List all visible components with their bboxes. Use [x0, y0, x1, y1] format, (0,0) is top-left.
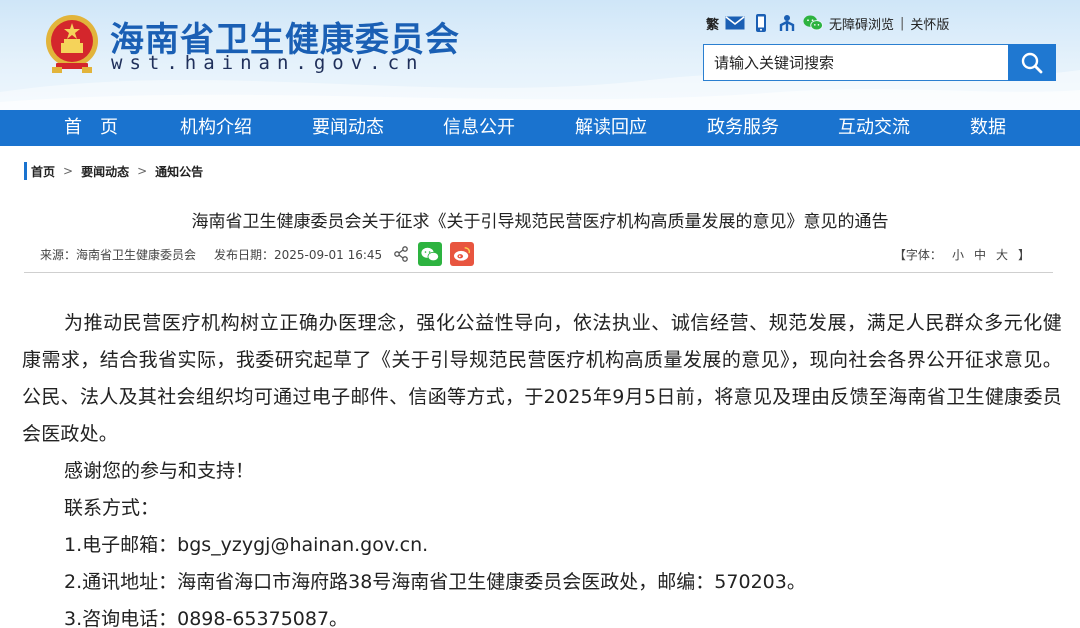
mail-icon[interactable]: [725, 13, 745, 33]
contact-address: 2.通讯地址：海南省海口市海府路38号海南省卫生健康委员会医政处，邮编：5702…: [64, 571, 806, 593]
article-body: 为推动民营医疗机构树立正确办医理念，强化公益性导向，依法执业、诚信经营、规范发展…: [22, 305, 1062, 628]
font-size-selector: 【字体： 小 中 大 】: [894, 246, 1030, 263]
font-size-medium[interactable]: 中: [974, 246, 986, 263]
font-size-close-bracket: 】: [1017, 247, 1030, 262]
share-weibo-button[interactable]: [450, 242, 475, 266]
search-button[interactable]: [1008, 44, 1056, 81]
nav-item-news[interactable]: 要闻动态: [312, 110, 384, 146]
wechat-icon[interactable]: [803, 13, 824, 33]
weibo-icon: [454, 247, 471, 261]
share-icon[interactable]: [392, 245, 410, 263]
breadcrumb-notices[interactable]: 通知公告: [155, 163, 203, 180]
article-date: 发布日期：2025-09-01 16:45: [214, 247, 383, 262]
breadcrumb-separator: >: [137, 164, 148, 178]
search-input[interactable]: [703, 44, 1008, 81]
font-size-label: 【字体：: [893, 247, 942, 262]
contact-heading: 联系方式：: [64, 497, 160, 519]
traditional-chinese-toggle[interactable]: 繁: [706, 14, 719, 33]
contact-phone: 3.咨询电话：0898-65375087。: [64, 608, 349, 628]
nav-item-interaction[interactable]: 互动交流: [838, 110, 910, 146]
nav-item-home[interactable]: 首 页: [64, 110, 118, 146]
share-wechat-button[interactable]: [418, 242, 443, 266]
wechat-icon: [421, 247, 440, 261]
care-mode-link[interactable]: 关怀版: [910, 14, 949, 33]
contact-email: 1.电子邮箱：bgs_yzygj@hainan.gov.cn.: [64, 534, 429, 556]
nav-item-services[interactable]: 政务服务: [707, 110, 779, 146]
accessibility-link[interactable]: 无障碍浏览: [829, 14, 894, 33]
mobile-icon[interactable]: [751, 13, 771, 33]
search-bar: [703, 44, 1056, 81]
nav-item-about[interactable]: 机构介绍: [180, 110, 252, 146]
site-url: wst.hainan.gov.cn: [111, 52, 425, 74]
meta-divider: [24, 272, 1053, 273]
font-size-large[interactable]: 大: [996, 246, 1008, 263]
article-title: 海南省卫生健康委员会关于征求《关于引导规范民营医疗机构高质量发展的意见》意见的通…: [191, 212, 889, 232]
toolbar-separator: |: [900, 15, 905, 31]
breadcrumb-separator: >: [63, 164, 74, 178]
org-icon[interactable]: [777, 13, 797, 33]
font-size-small[interactable]: 小: [952, 246, 964, 263]
main-nav: 首 页 机构介绍 要闻动态 信息公开 解读回应 政务服务 互动交流 数据: [0, 110, 1080, 146]
article-thanks: 感谢您的参与和支持！: [64, 460, 255, 482]
national-emblem-icon: [46, 15, 98, 73]
breadcrumb: 首页 > 要闻动态 > 通知公告: [24, 162, 203, 180]
article-meta: 来源：海南省卫生健康委员会 发布日期：2025-09-01 16:45 【字体：…: [40, 242, 1030, 266]
top-toolbar: 繁 无障碍浏览 | 关怀版: [706, 12, 949, 34]
search-icon: [1021, 52, 1043, 73]
nav-item-interpret[interactable]: 解读回应: [575, 110, 647, 146]
article-paragraph: 为推动民营医疗机构树立正确办医理念，强化公益性导向，依法执业、诚信经营、规范发展…: [22, 312, 1062, 445]
breadcrumb-news[interactable]: 要闻动态: [81, 163, 129, 180]
nav-item-info[interactable]: 信息公开: [443, 110, 515, 146]
breadcrumb-home[interactable]: 首页: [31, 163, 55, 180]
site-header: 海南省卫生健康委员会 wst.hainan.gov.cn 繁 无障碍浏览 | 关…: [0, 0, 1080, 110]
article-source: 来源：海南省卫生健康委员会: [40, 247, 197, 262]
nav-item-data[interactable]: 数据: [970, 110, 1006, 146]
